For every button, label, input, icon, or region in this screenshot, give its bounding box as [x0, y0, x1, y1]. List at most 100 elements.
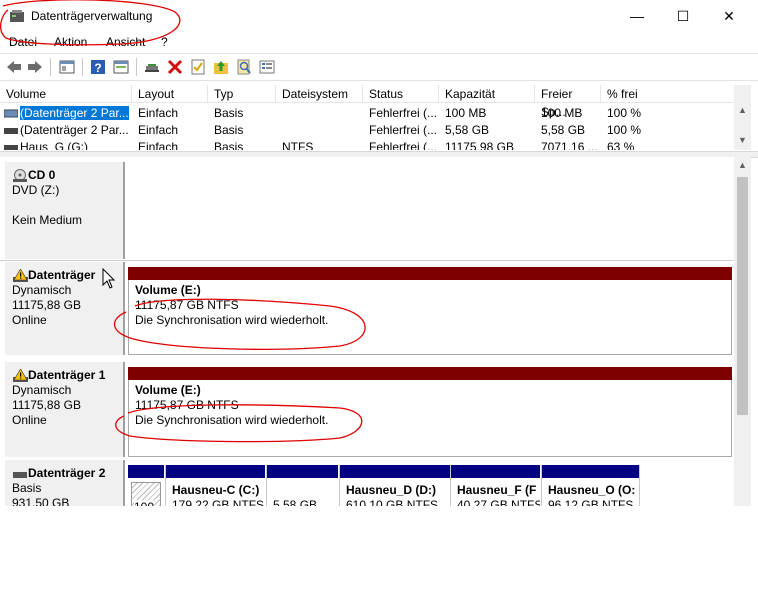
kapazitaet-cell: 11175,98 GB — [445, 140, 514, 150]
partition-label: Hausneu-C (C:) — [172, 483, 260, 497]
mouse-cursor-icon — [102, 268, 116, 289]
freier-speicher-cell: 5,58 GB — [541, 123, 586, 137]
volume-size: 11175,87 GB NTFS — [135, 298, 239, 312]
partition-label: Hausneu_O (O: — [548, 483, 636, 497]
partition-size: 40,27 GB NTFS — [457, 498, 540, 506]
menu-aktion[interactable]: Aktion — [54, 35, 87, 49]
column-header-kapazitaet[interactable]: Kapazität — [439, 85, 535, 103]
partition-d[interactable]: Hausneu_D (D:) 610,10 GB NTFS — [339, 465, 450, 506]
status-cell: Fehlerfrei (... — [369, 140, 438, 150]
volume-e-disk0[interactable]: Volume (E:) 11175,87 GB NTFS Die Synchro… — [128, 267, 732, 355]
table-row[interactable]: Haus_G (G:) Einfach Basis NTFS Fehlerfre… — [0, 139, 734, 150]
search-icon[interactable] — [235, 58, 253, 76]
dateisystem-cell — [276, 105, 363, 122]
menu-ansicht[interactable]: Ansicht — [106, 35, 145, 49]
disk-spacer — [12, 198, 123, 213]
warning-disk-icon — [13, 369, 28, 382]
graphical-view-scrollbar[interactable]: ▲ — [734, 157, 751, 506]
disk-status: Online — [12, 413, 47, 427]
column-header-layout[interactable]: Layout — [132, 85, 208, 103]
svg-text:?: ? — [94, 61, 101, 75]
disk-type: Dynamisch — [12, 383, 72, 397]
volume-name: (Datenträger 2 Par... — [20, 106, 129, 120]
dynamic-volume-bar — [128, 267, 732, 280]
table-row[interactable]: (Datenträger 2 Par... Einfach Basis Fehl… — [0, 122, 734, 139]
volume-e-disk1[interactable]: Volume (E:) 11175,87 GB NTFS Die Synchro… — [128, 367, 732, 457]
disk-info-1[interactable]: Datenträger 1 Dynamisch 11175,88 GB Onli… — [5, 362, 125, 457]
scroll-up-icon[interactable]: ▲ — [734, 157, 751, 174]
help-icon[interactable]: ? — [89, 58, 107, 76]
partition-f[interactable]: Hausneu_F (F 40,27 GB NTFS — [450, 465, 540, 506]
list-icon[interactable] — [258, 58, 276, 76]
volume-icon — [4, 145, 18, 150]
freier-speicher-cell: 7071,16 ... — [541, 140, 598, 150]
table-row[interactable]: (Datenträger 2 Par... Einfach Basis Fehl… — [0, 105, 734, 122]
partition-size: 96,12 GB NTFS — [548, 498, 634, 506]
kapazitaet-cell: 100 MB — [445, 106, 487, 120]
layout-cell: Einfach — [138, 106, 179, 120]
forward-icon[interactable] — [26, 58, 44, 76]
dynamic-volume-bar — [128, 367, 732, 380]
menu-bar: Datei Aktion Ansicht ? — [0, 32, 758, 52]
volume-icon — [4, 128, 18, 134]
layout-cell: Einfach — [138, 140, 179, 150]
disk-info-cd0[interactable]: CD 0 DVD (Z:) Kein Medium — [5, 162, 125, 259]
disk-info-2[interactable]: Datenträger 2 Basis 931,50 GB — [5, 460, 125, 506]
minimize-icon[interactable]: — — [614, 0, 660, 32]
disk-name: CD 0 — [28, 168, 56, 182]
disk2-partitions: 100 Hausneu-C (C:) 179,22 GB NTFS 5,58 G… — [128, 465, 732, 506]
console-icon[interactable] — [58, 58, 76, 76]
close-icon[interactable]: ✕ — [706, 0, 752, 32]
partition-system[interactable]: 100 — [128, 465, 164, 506]
disk-status: Online — [12, 313, 47, 327]
status-cell: Fehlerfrei (... — [369, 106, 438, 120]
properties-icon[interactable] — [112, 58, 130, 76]
disk-row-cd0: CD 0 DVD (Z:) Kein Medium — [0, 162, 734, 261]
scroll-down-icon[interactable]: ▼ — [734, 132, 751, 149]
partition-recovery[interactable]: 5,58 GB — [266, 465, 338, 506]
column-header-dateisystem[interactable]: Dateisystem — [276, 85, 363, 103]
disk-size: 11175,88 GB — [12, 398, 81, 412]
volume-icon — [4, 109, 18, 118]
column-header-typ[interactable]: Typ — [208, 85, 276, 103]
folder-up-icon[interactable] — [212, 58, 230, 76]
disk-row-2: Datenträger 2 Basis 931,50 GB 100 Hausne… — [0, 458, 734, 506]
menu-help[interactable]: ? — [161, 35, 168, 49]
disk-name: Datenträger 2 — [28, 466, 106, 480]
volume-name: Haus_G (G:) — [20, 140, 89, 150]
volume-size: 11175,87 GB NTFS — [135, 398, 239, 412]
typ-cell: Basis — [214, 106, 244, 120]
volume-list-scrollbar[interactable]: ▲ ▼ — [734, 85, 751, 150]
column-header-status[interactable]: Status — [363, 85, 439, 103]
partition-label: Hausneu_F (F — [457, 483, 537, 497]
volume-name: Volume (E:) — [135, 383, 201, 397]
column-header-prozent-frei[interactable]: % frei — [601, 85, 734, 103]
cd-drive-icon — [13, 169, 27, 182]
title-bar[interactable]: Datenträgerverwaltung — ☐ ✕ — [0, 0, 758, 32]
menu-datei[interactable]: Datei — [9, 35, 37, 49]
volume-name: (Datenträger 2 Par... — [20, 123, 129, 137]
dateisystem-cell: NTFS — [282, 140, 314, 150]
partition-size: 610,10 GB NTFS — [346, 498, 439, 506]
volume-name: Volume (E:) — [135, 283, 201, 297]
disk-row-1: Datenträger 1 Dynamisch 11175,88 GB Onli… — [0, 360, 734, 458]
partition-c[interactable]: Hausneu-C (C:) 179,22 GB NTFS — [165, 465, 265, 506]
delete-icon[interactable] — [166, 58, 184, 76]
kapazitaet-cell: 5,58 GB — [445, 123, 490, 137]
maximize-icon[interactable]: ☐ — [660, 0, 706, 32]
column-header-volume[interactable]: Volume — [0, 85, 132, 103]
freier-speicher-cell: 100 MB — [541, 106, 583, 120]
disk-icon — [13, 472, 27, 478]
check-icon[interactable] — [189, 58, 207, 76]
status-cell: Fehlerfrei (... — [369, 123, 438, 137]
connect-icon[interactable] — [143, 58, 161, 76]
back-icon[interactable] — [5, 58, 23, 76]
disk-graphical-view: CD 0 DVD (Z:) Kein Medium Datenträger Dy… — [0, 157, 734, 506]
scrollbar-thumb[interactable] — [737, 177, 748, 415]
column-header-freier-speicher[interactable]: Freier Sp... — [535, 85, 601, 119]
prozent-frei-cell: 100 % — [607, 123, 642, 137]
scroll-up-icon[interactable]: ▲ — [734, 102, 751, 119]
partition-o[interactable]: Hausneu_O (O: 96,12 GB NTFS — [541, 465, 639, 506]
prozent-frei-cell: 100 % — [607, 106, 642, 120]
disk-type: DVD (Z:) — [12, 183, 60, 197]
